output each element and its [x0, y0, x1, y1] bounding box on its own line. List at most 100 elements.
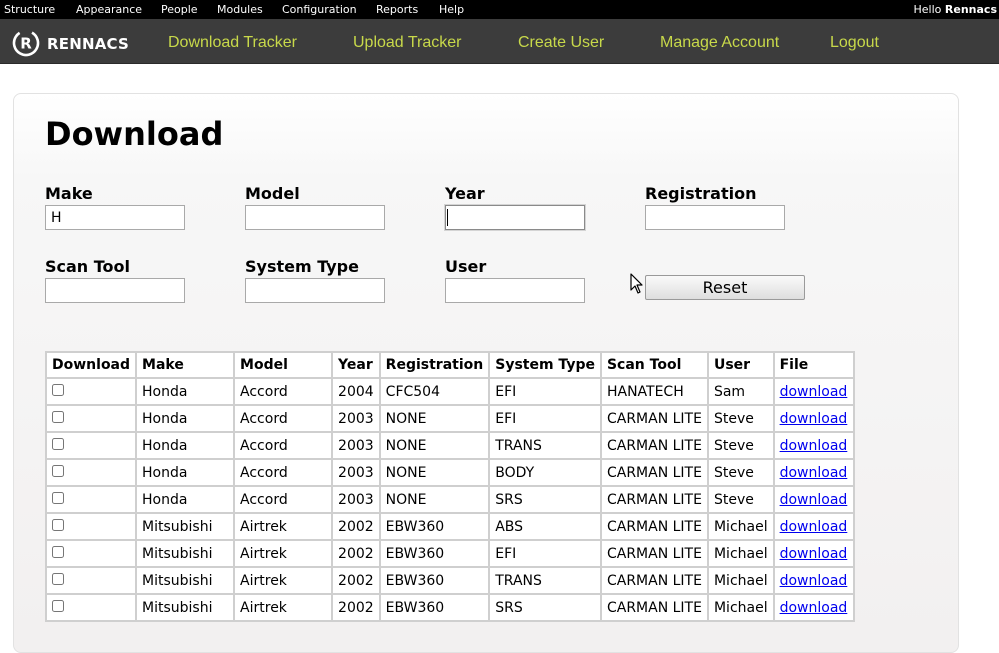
download-cell — [44, 404, 138, 433]
system-type-cell: BODY — [488, 458, 602, 487]
download-cell — [44, 431, 138, 460]
system-type-cell: EFI — [488, 539, 602, 568]
download-cell — [44, 512, 138, 541]
admin-menu-appearance[interactable]: Appearance — [76, 0, 142, 19]
registration-cell: EBW360 — [378, 566, 491, 595]
admin-menu-structure[interactable]: Structure — [4, 0, 55, 19]
download-link[interactable]: download — [780, 600, 848, 616]
make-cell: Mitsubishi — [135, 512, 236, 541]
column-header-model: Model — [233, 351, 334, 379]
file-cell: download — [772, 539, 855, 568]
user-cell: Steve — [706, 404, 775, 433]
nav-manage-account[interactable]: Manage Account — [660, 34, 779, 52]
results-table: Download Make Model Year Registration Sy… — [44, 351, 855, 622]
download-link[interactable]: download — [780, 465, 848, 481]
download-checkbox[interactable] — [52, 573, 64, 585]
table-row: Mitsubishi Airtrek 2002 EBW360 TRANS CARMAN L… — [44, 566, 855, 595]
system-type-cell: TRANS — [488, 566, 602, 595]
model-cell: Accord — [233, 404, 334, 433]
scan-tool-input[interactable] — [45, 278, 185, 303]
greeting-username[interactable]: Rennacs — [945, 3, 997, 16]
nav-logout[interactable]: Logout — [830, 34, 879, 52]
download-link[interactable]: download — [780, 573, 848, 589]
admin-menu-configuration[interactable]: Configuration — [282, 0, 357, 19]
registration-input[interactable] — [645, 205, 785, 230]
download-link[interactable]: download — [780, 411, 848, 427]
admin-menu-reports[interactable]: Reports — [376, 0, 418, 19]
year-cell: 2003 — [331, 485, 381, 514]
nav-download-tracker[interactable]: Download Tracker — [168, 34, 297, 52]
model-input[interactable] — [245, 205, 385, 230]
make-cell: Mitsubishi — [135, 566, 236, 595]
download-link[interactable]: download — [780, 384, 848, 400]
scan-tool-cell: CARMAN LITE — [599, 485, 709, 514]
table-row: Honda Accord 2003 NONE EFI CARMAN LITE Steve do… — [44, 404, 855, 433]
scan-tool-cell: CARMAN LITE — [599, 512, 709, 541]
download-checkbox[interactable] — [52, 492, 64, 504]
download-checkbox[interactable] — [52, 438, 64, 450]
site-header: R RENNACS Download Tracker Upload Tracke… — [0, 19, 999, 64]
brand-name: RENNACS — [47, 35, 130, 53]
column-header-system-type: System Type — [488, 351, 602, 379]
download-link[interactable]: download — [780, 519, 848, 535]
download-checkbox[interactable] — [52, 600, 64, 612]
admin-menu-modules[interactable]: Modules — [217, 0, 263, 19]
admin-menu-people[interactable]: People — [161, 0, 198, 19]
nav-create-user[interactable]: Create User — [518, 34, 604, 52]
page-title: Download — [45, 115, 224, 153]
registration-cell: EBW360 — [378, 593, 491, 622]
user-label: User — [445, 257, 487, 276]
user-cell: Steve — [706, 485, 775, 514]
year-cell: 2004 — [331, 377, 381, 406]
make-cell: Mitsubishi — [135, 539, 236, 568]
download-checkbox[interactable] — [52, 411, 64, 423]
scan-tool-cell: CARMAN LITE — [599, 539, 709, 568]
year-cell: 2003 — [331, 431, 381, 460]
registration-cell: NONE — [378, 431, 491, 460]
registration-cell: CFC504 — [378, 377, 491, 406]
make-cell: Honda — [135, 485, 236, 514]
year-cell: 2002 — [331, 566, 381, 595]
model-cell: Accord — [233, 377, 334, 406]
scan-tool-cell: CARMAN LITE — [599, 566, 709, 595]
reset-button[interactable]: Reset — [645, 275, 805, 300]
download-link[interactable]: download — [780, 546, 848, 562]
download-checkbox[interactable] — [52, 546, 64, 558]
make-input[interactable] — [45, 205, 185, 230]
download-link[interactable]: download — [780, 492, 848, 508]
user-cell: Sam — [706, 377, 775, 406]
registration-cell: NONE — [378, 458, 491, 487]
make-label: Make — [45, 184, 93, 203]
download-checkbox[interactable] — [52, 384, 64, 396]
column-header-make: Make — [135, 351, 236, 379]
scan-tool-cell: HANATECH — [599, 377, 709, 406]
make-cell: Mitsubishi — [135, 593, 236, 622]
file-cell: download — [772, 404, 855, 433]
text-caret — [447, 209, 448, 226]
admin-toolbar: Structure Appearance People Modules Conf… — [0, 0, 999, 19]
year-input[interactable] — [445, 205, 585, 230]
download-link[interactable]: download — [780, 438, 848, 454]
file-cell: download — [772, 377, 855, 406]
make-cell: Honda — [135, 377, 236, 406]
year-cell: 2002 — [331, 512, 381, 541]
make-cell: Honda — [135, 431, 236, 460]
download-checkbox[interactable] — [52, 519, 64, 531]
model-cell: Accord — [233, 458, 334, 487]
column-header-year: Year — [331, 351, 381, 379]
table-header-row: Download Make Model Year Registration Sy… — [44, 351, 855, 379]
nav-upload-tracker[interactable]: Upload Tracker — [353, 34, 462, 52]
model-cell: Accord — [233, 431, 334, 460]
model-cell: Airtrek — [233, 566, 334, 595]
user-input[interactable] — [445, 278, 585, 303]
make-cell: Honda — [135, 404, 236, 433]
model-cell: Accord — [233, 485, 334, 514]
model-label: Model — [245, 184, 300, 203]
year-cell: 2002 — [331, 539, 381, 568]
user-cell: Michael — [706, 539, 775, 568]
download-checkbox[interactable] — [52, 465, 64, 477]
scan-tool-label: Scan Tool — [45, 257, 131, 276]
system-type-input[interactable] — [245, 278, 385, 303]
admin-menu-help[interactable]: Help — [439, 0, 464, 19]
user-greeting: Hello Rennacs — [914, 0, 997, 19]
